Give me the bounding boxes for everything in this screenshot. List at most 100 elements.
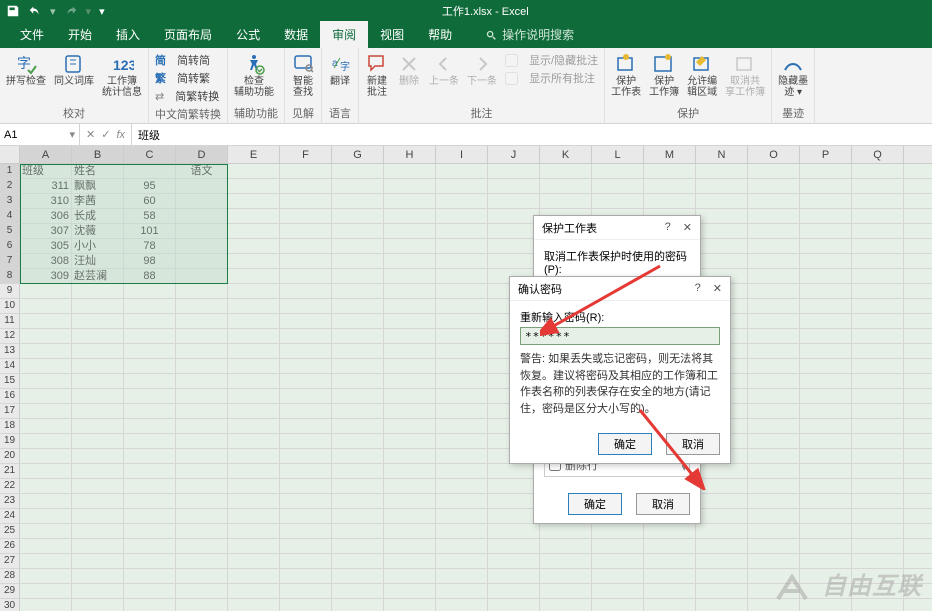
column-header[interactable]: I	[436, 146, 488, 163]
to-simplified-button[interactable]: 简 简转简	[155, 52, 219, 68]
cancel-button[interactable]: 取消	[636, 493, 690, 515]
cell[interactable]	[280, 179, 332, 193]
cell[interactable]	[228, 374, 280, 388]
cell[interactable]	[384, 389, 436, 403]
cell[interactable]	[176, 479, 228, 493]
cell[interactable]	[72, 479, 124, 493]
cell[interactable]	[436, 299, 488, 313]
cell[interactable]	[176, 419, 228, 433]
cell[interactable]	[228, 239, 280, 253]
cell[interactable]	[332, 179, 384, 193]
translate-button[interactable]: a字 翻译	[328, 52, 352, 87]
tab-review[interactable]: 审阅	[320, 21, 368, 48]
cell[interactable]	[332, 464, 384, 478]
cell[interactable]	[748, 239, 800, 253]
cell[interactable]	[384, 194, 436, 208]
cell[interactable]	[72, 344, 124, 358]
cell[interactable]	[436, 539, 488, 553]
cell[interactable]	[384, 374, 436, 388]
row-header[interactable]: 7	[0, 254, 20, 268]
cell[interactable]	[72, 464, 124, 478]
cell[interactable]	[436, 449, 488, 463]
cell[interactable]	[332, 554, 384, 568]
cell[interactable]	[280, 314, 332, 328]
cell[interactable]	[592, 569, 644, 583]
cell[interactable]	[228, 524, 280, 538]
cell[interactable]: 88	[124, 269, 176, 283]
cell[interactable]	[20, 329, 72, 343]
cell[interactable]	[280, 389, 332, 403]
cell[interactable]	[332, 164, 384, 178]
cell[interactable]	[852, 269, 904, 283]
cell[interactable]	[852, 494, 904, 508]
cell[interactable]	[228, 509, 280, 523]
cell[interactable]	[540, 194, 592, 208]
cell[interactable]	[228, 224, 280, 238]
cell[interactable]	[748, 344, 800, 358]
cell[interactable]	[280, 224, 332, 238]
cell[interactable]	[72, 569, 124, 583]
cell[interactable]	[280, 299, 332, 313]
cell[interactable]	[748, 509, 800, 523]
cell[interactable]	[748, 434, 800, 448]
cell[interactable]	[384, 254, 436, 268]
tab-home[interactable]: 开始	[56, 21, 104, 48]
cell[interactable]	[228, 539, 280, 553]
cell[interactable]	[384, 209, 436, 223]
cell[interactable]	[852, 254, 904, 268]
cell[interactable]	[384, 164, 436, 178]
cell[interactable]	[332, 569, 384, 583]
cell[interactable]	[280, 284, 332, 298]
cell[interactable]	[436, 584, 488, 598]
cell[interactable]	[332, 329, 384, 343]
cell[interactable]	[332, 599, 384, 611]
row-header[interactable]: 29	[0, 584, 20, 598]
row-header[interactable]: 26	[0, 539, 20, 553]
cell[interactable]	[800, 284, 852, 298]
cell[interactable]	[280, 434, 332, 448]
row-header[interactable]: 17	[0, 404, 20, 418]
cell[interactable]	[280, 479, 332, 493]
cell[interactable]	[20, 374, 72, 388]
cell[interactable]	[852, 509, 904, 523]
cell[interactable]	[176, 599, 228, 611]
cell[interactable]	[280, 599, 332, 611]
row-header[interactable]: 18	[0, 419, 20, 433]
cell[interactable]	[280, 464, 332, 478]
cell[interactable]	[488, 524, 540, 538]
cell[interactable]	[592, 539, 644, 553]
cell[interactable]	[228, 464, 280, 478]
cell[interactable]	[176, 374, 228, 388]
cell[interactable]	[852, 284, 904, 298]
cell[interactable]	[384, 449, 436, 463]
cell[interactable]	[384, 569, 436, 583]
cell[interactable]	[20, 299, 72, 313]
cell[interactable]	[176, 329, 228, 343]
cell[interactable]: 101	[124, 224, 176, 238]
cell[interactable]	[280, 419, 332, 433]
cell[interactable]	[20, 449, 72, 463]
cell[interactable]	[72, 449, 124, 463]
cell[interactable]	[228, 344, 280, 358]
cell[interactable]	[20, 359, 72, 373]
cell[interactable]	[176, 284, 228, 298]
cell[interactable]	[176, 314, 228, 328]
cell[interactable]	[176, 389, 228, 403]
cell[interactable]	[176, 179, 228, 193]
cell[interactable]	[124, 299, 176, 313]
cell[interactable]	[644, 179, 696, 193]
cell[interactable]	[124, 599, 176, 611]
cell[interactable]	[20, 404, 72, 418]
cell[interactable]	[852, 434, 904, 448]
cell[interactable]	[20, 539, 72, 553]
cell[interactable]	[332, 194, 384, 208]
cell[interactable]	[228, 164, 280, 178]
cell[interactable]	[748, 539, 800, 553]
cell[interactable]	[72, 359, 124, 373]
cell[interactable]	[800, 359, 852, 373]
cell[interactable]	[436, 344, 488, 358]
cell[interactable]	[332, 449, 384, 463]
cell[interactable]	[228, 569, 280, 583]
cell[interactable]: 班级	[20, 164, 72, 178]
cell[interactable]	[176, 539, 228, 553]
